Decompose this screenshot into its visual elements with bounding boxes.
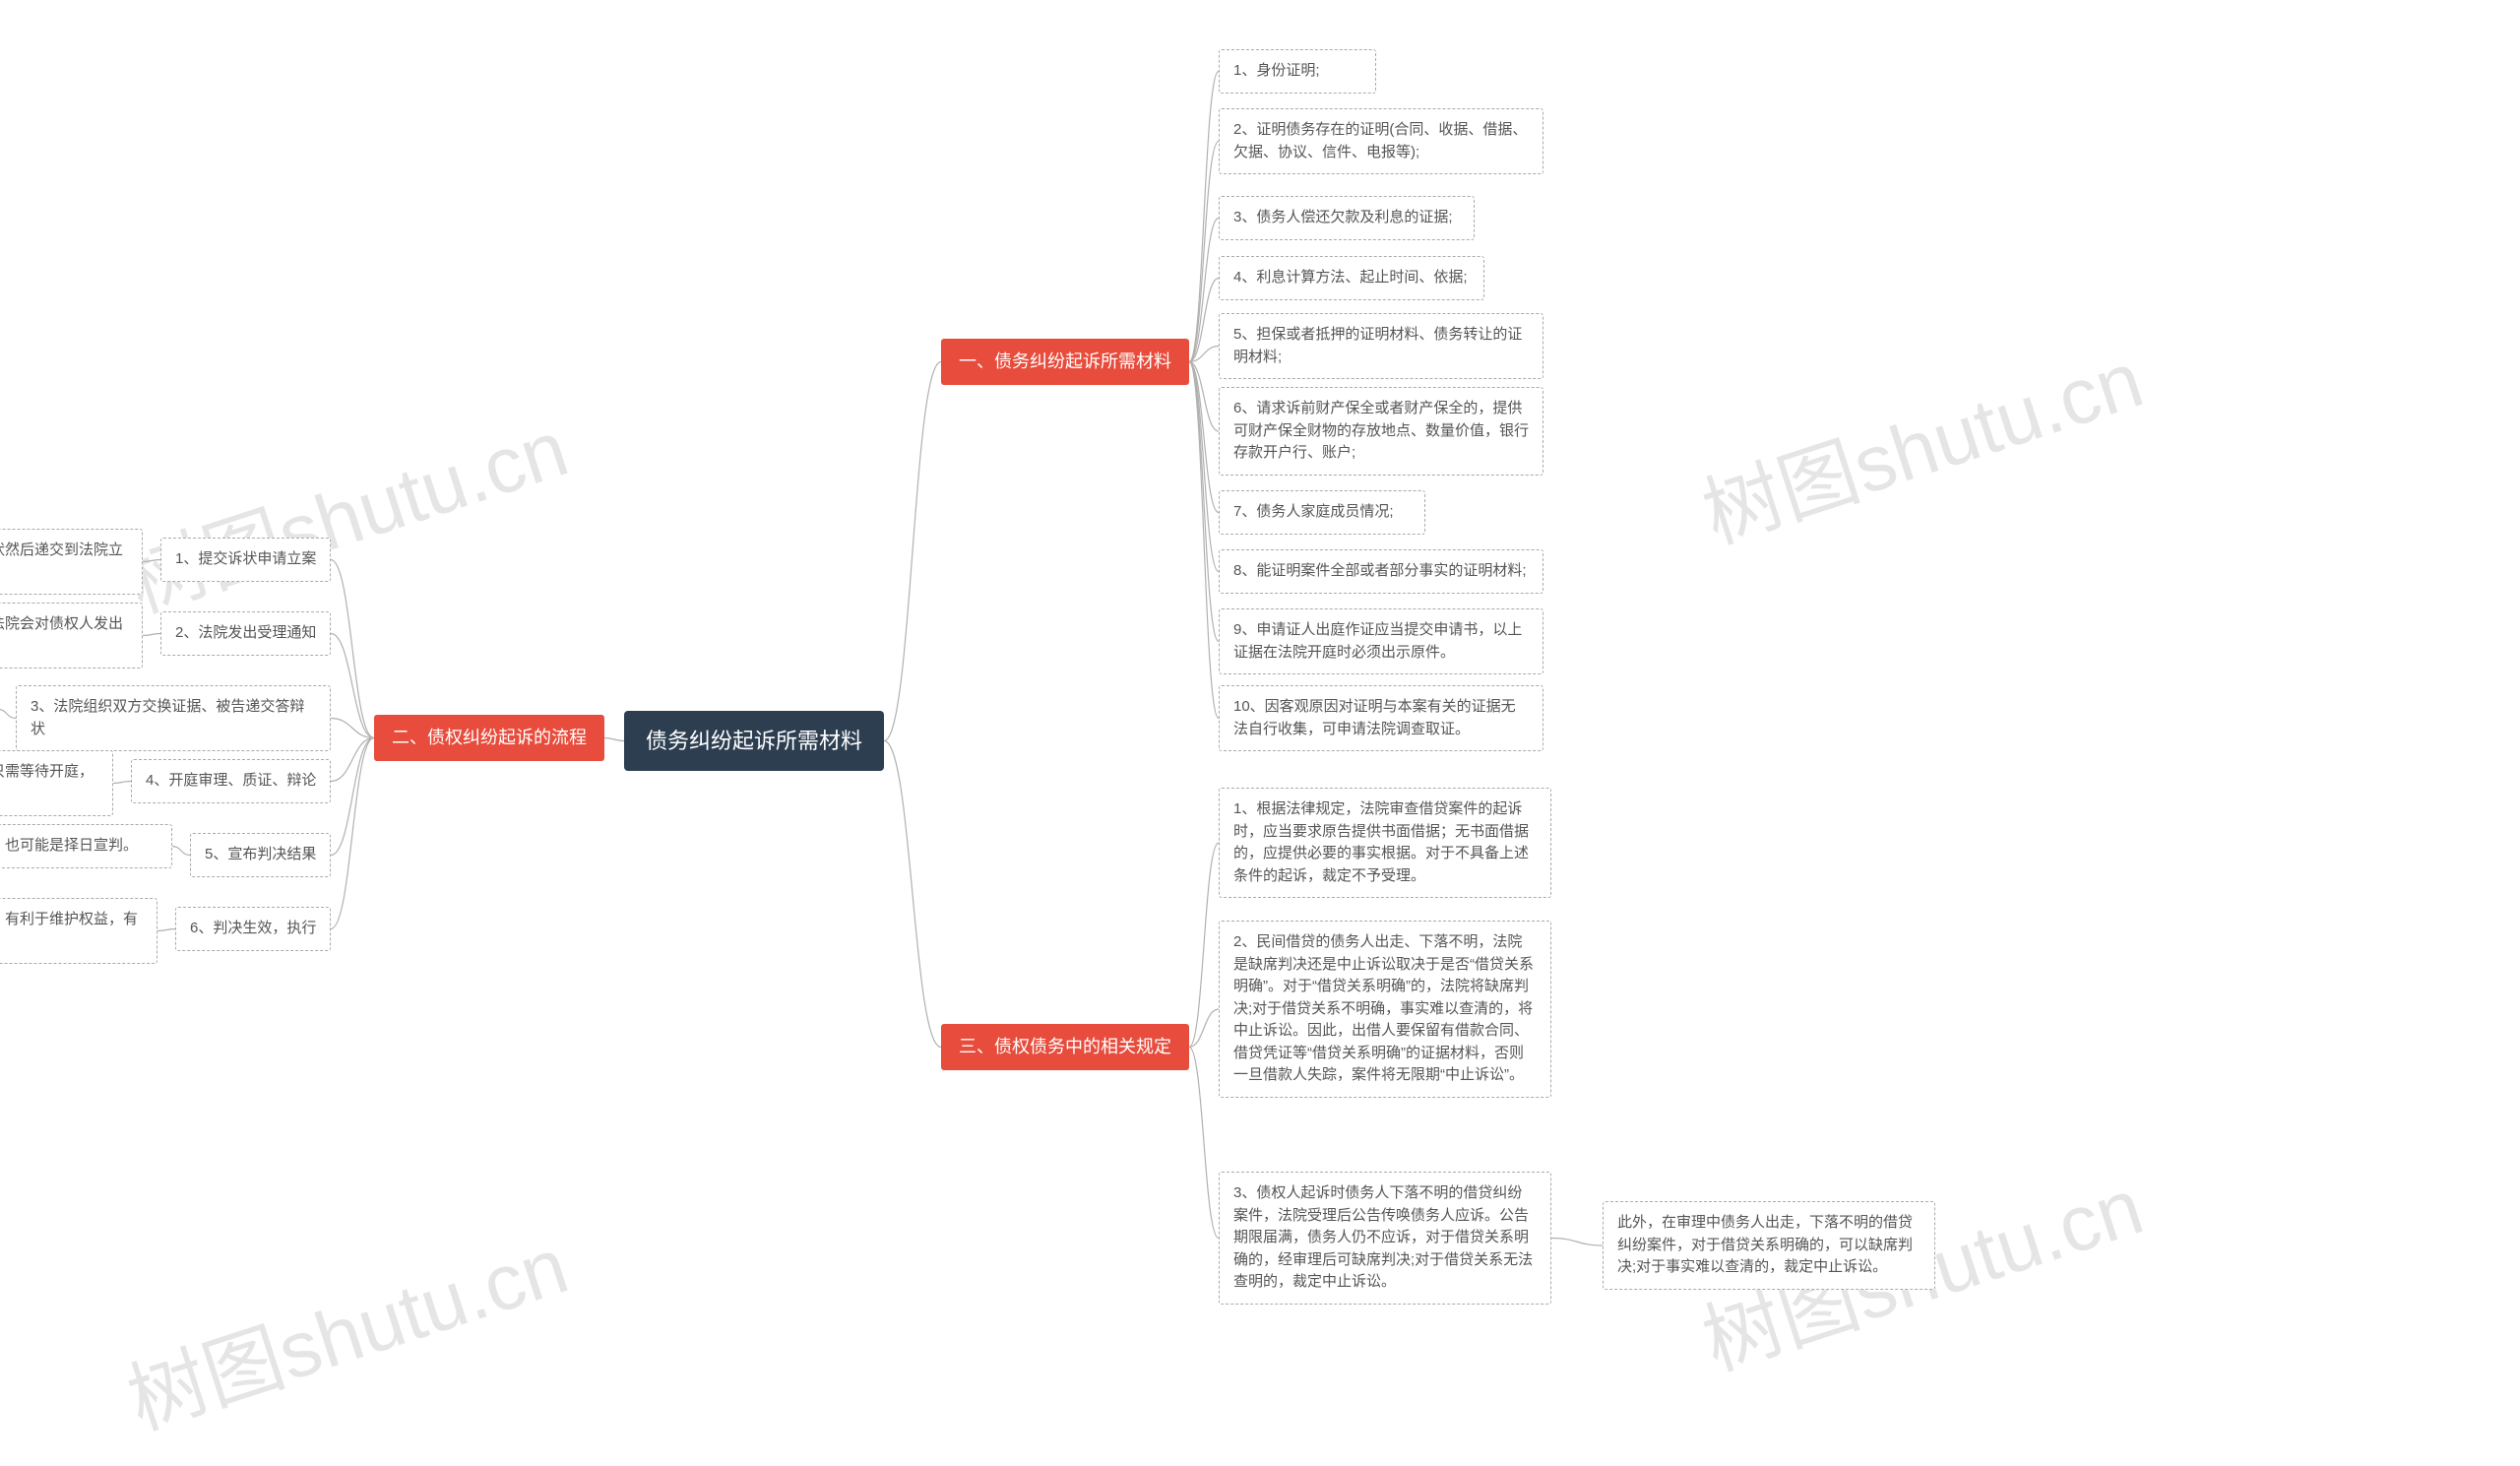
- branch-process[interactable]: 二、债权纠纷起诉的流程: [374, 715, 604, 761]
- watermark: 树图shutu.cn: [111, 385, 580, 634]
- leaf-b2-4: 5、宣布判决结果: [190, 833, 331, 877]
- watermark: 树图shutu.cn: [111, 1202, 580, 1451]
- leaf-b1-0: 1、身份证明;: [1219, 49, 1376, 94]
- watermark: 树图shutu.cn: [1686, 316, 2155, 565]
- leaf-b1-8: 9、申请证人出庭作证应当提交申请书，以上证据在法院开庭时必须出示原件。: [1219, 608, 1544, 674]
- leaf-b2-5: 6、判决生效，执行: [175, 907, 331, 951]
- leaf-b1-4: 5、担保或者抵押的证明材料、债务转让的证明材料;: [1219, 313, 1544, 379]
- leaf-b1-9: 10、因客观原因对证明与本案有关的证据无法自行收集，可申请法院调查取证。: [1219, 685, 1544, 751]
- leaf-b1-2: 3、债务人偿还欠款及利息的证据;: [1219, 196, 1475, 240]
- leaf-b3-2: 3、债权人起诉时债务人下落不明的借贷纠纷案件，法院受理后公告传唤债务人应诉。公告…: [1219, 1172, 1551, 1305]
- leaf-b2-5-sub: 起诉前进行财产保全，有利于维护权益，有利于执行。: [0, 898, 158, 964]
- leaf-b3-1: 2、民间借贷的债务人出走、下落不明，法院是缺席判决还是中止诉讼取决于是否“借贷关…: [1219, 921, 1551, 1098]
- leaf-b2-3-sub: 上述程序进行完之后，双方只需等待开庭，然后参与审判即可。: [0, 750, 113, 816]
- leaf-b2-3: 4、开庭审理、质证、辩论: [131, 759, 331, 803]
- leaf-b2-0: 1、提交诉状申请立案: [160, 538, 331, 582]
- leaf-b2-4-sub: 有可能是当庭宣判，也可能是择日宣判。: [0, 824, 172, 868]
- leaf-b1-5: 6、请求诉前财产保全或者财产保全的，提供可财产保全财物的存放地点、数量价值，银行…: [1219, 387, 1544, 476]
- leaf-b2-1-sub: 在法院立案之后，人民法院会对债权人发出受理通知。: [0, 603, 143, 669]
- leaf-b3-0: 1、根据法律规定，法院审查借贷案件的起诉时，应当要求原告提供书面借据；无书面借据…: [1219, 788, 1551, 898]
- leaf-b1-1: 2、证明债务存在的证明(合同、收据、借据、欠据、协议、信件、电报等);: [1219, 108, 1544, 174]
- leaf-b2-1: 2、法院发出受理通知: [160, 611, 331, 656]
- root-node[interactable]: 债务纠纷起诉所需材料: [624, 711, 884, 771]
- leaf-b1-7: 8、能证明案件全部或者部分事实的证明材料;: [1219, 549, 1544, 594]
- branch-materials[interactable]: 一、债务纠纷起诉所需材料: [941, 339, 1189, 385]
- leaf-b3-2-sub: 此外，在审理中债务人出走，下落不明的借贷纠纷案件，对于借贷关系明确的，可以缺席判…: [1603, 1201, 1935, 1290]
- leaf-b1-3: 4、利息计算方法、起止时间、依据;: [1219, 256, 1484, 300]
- leaf-b2-0-sub: 债权人可以写一份起诉状然后递交到法院立案厅进行立案。: [0, 529, 143, 595]
- branch-regulations[interactable]: 三、债权债务中的相关规定: [941, 1024, 1189, 1070]
- leaf-b2-2: 3、法院组织双方交换证据、被告递交答辩状: [16, 685, 331, 751]
- leaf-b1-6: 7、债务人家庭成员情况;: [1219, 490, 1425, 535]
